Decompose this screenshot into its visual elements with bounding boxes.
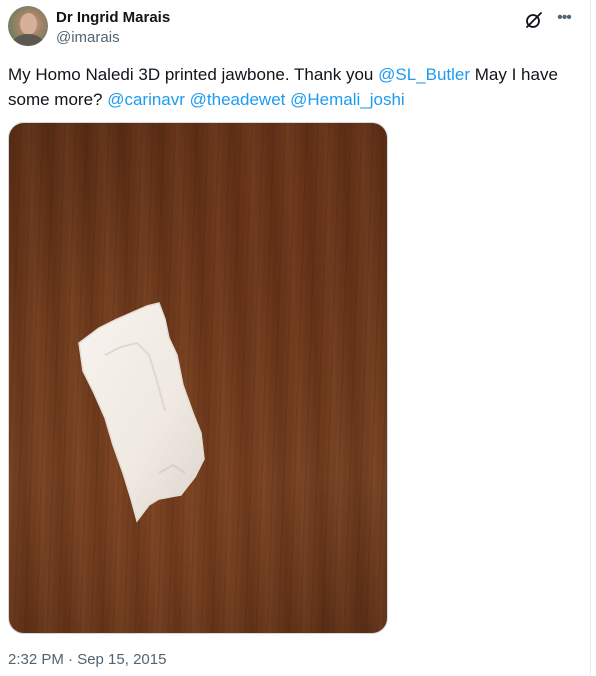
mention-link[interactable]: @Hemali_joshi xyxy=(290,90,405,109)
grok-icon[interactable] xyxy=(524,10,544,30)
tweet-photo[interactable] xyxy=(8,122,388,634)
tweet-card: Dr Ingrid Marais @imarais ••• My Homo Na… xyxy=(0,0,591,676)
author-handle[interactable]: @imarais xyxy=(56,28,170,48)
tweet-timestamp[interactable]: 2:32 PM · Sep 15, 2015 xyxy=(8,650,166,670)
mention-link[interactable]: @theadewet xyxy=(190,90,286,109)
tweet-text-part: My Homo Naledi 3D printed jawbone. Thank… xyxy=(8,65,379,84)
author-display-name[interactable]: Dr Ingrid Marais xyxy=(56,8,170,28)
jawbone-shape xyxy=(78,302,205,523)
tweet-text: My Homo Naledi 3D printed jawbone. Thank… xyxy=(8,62,578,112)
author-names: Dr Ingrid Marais @imarais xyxy=(56,8,170,48)
avatar-shirt xyxy=(13,34,43,46)
avatar-face xyxy=(20,13,37,35)
mention-link[interactable]: @carinavr xyxy=(107,90,185,109)
more-icon[interactable]: ••• xyxy=(554,10,574,30)
avatar[interactable] xyxy=(8,6,48,46)
tweet-header: Dr Ingrid Marais @imarais ••• xyxy=(8,6,578,54)
mention-link[interactable]: @SL_Butler xyxy=(378,65,470,84)
photo-jawbone-on-wood xyxy=(78,302,205,523)
